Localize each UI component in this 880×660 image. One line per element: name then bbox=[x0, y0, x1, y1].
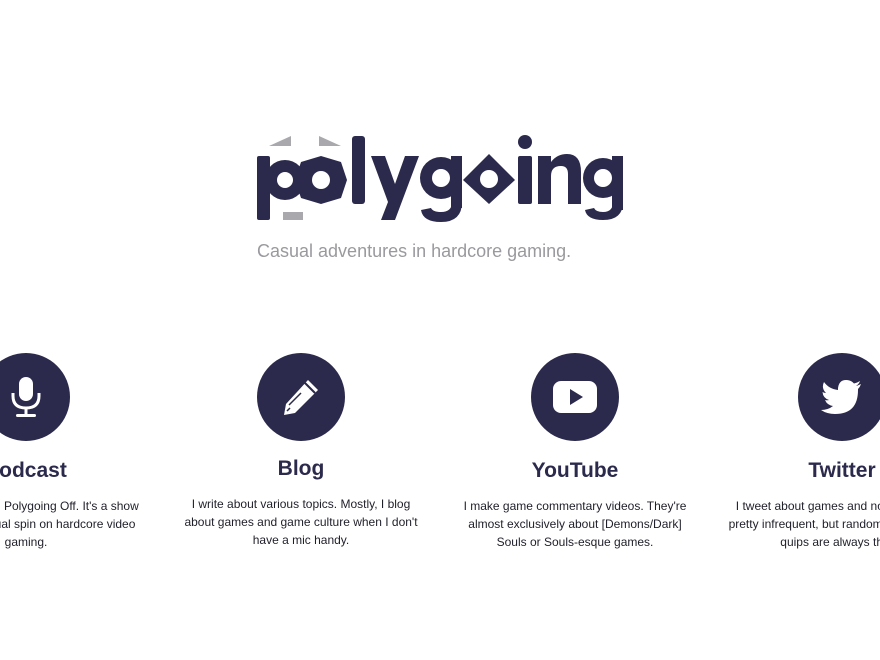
youtube-icon bbox=[553, 381, 597, 413]
podcast-description: A podcast called Polygoing Off. It's a s… bbox=[0, 499, 139, 550]
twitter-title: Twitter bbox=[808, 459, 876, 482]
microphone-icon bbox=[11, 377, 41, 417]
twitter-description: I tweet about games and not games. It's … bbox=[728, 499, 880, 550]
blog-card[interactable]: Blog I write about various topics. Mostl… bbox=[181, 353, 421, 549]
twitter-icon-circle[interactable] bbox=[798, 353, 880, 441]
podcast-title: Podcast bbox=[0, 459, 67, 482]
blog-description: I write about various topics. Mostly, I … bbox=[184, 497, 418, 548]
youtube-title: YouTube bbox=[531, 459, 619, 482]
pencil-icon bbox=[284, 380, 318, 415]
page: Casual adventures in hardcore gaming. Po… bbox=[0, 0, 880, 660]
youtube-description: I make game commentary videos. They're a… bbox=[463, 499, 687, 550]
youtube-icon-circle[interactable] bbox=[531, 353, 619, 441]
blog-title: Blog bbox=[277, 457, 325, 480]
podcast-card[interactable]: Podcast A podcast called Polygoing Off. … bbox=[0, 353, 146, 551]
youtube-card[interactable]: YouTube I make game commentary videos. T… bbox=[455, 353, 695, 551]
twitter-card[interactable]: Twitter I tweet about games and not game… bbox=[722, 353, 880, 551]
podcast-icon-circle[interactable] bbox=[0, 353, 70, 441]
twitter-icon bbox=[821, 380, 861, 414]
tagline: Casual adventures in hardcore gaming. bbox=[257, 241, 572, 261]
blog-icon-circle[interactable] bbox=[257, 353, 345, 441]
polygoing-logo[interactable] bbox=[255, 132, 627, 224]
